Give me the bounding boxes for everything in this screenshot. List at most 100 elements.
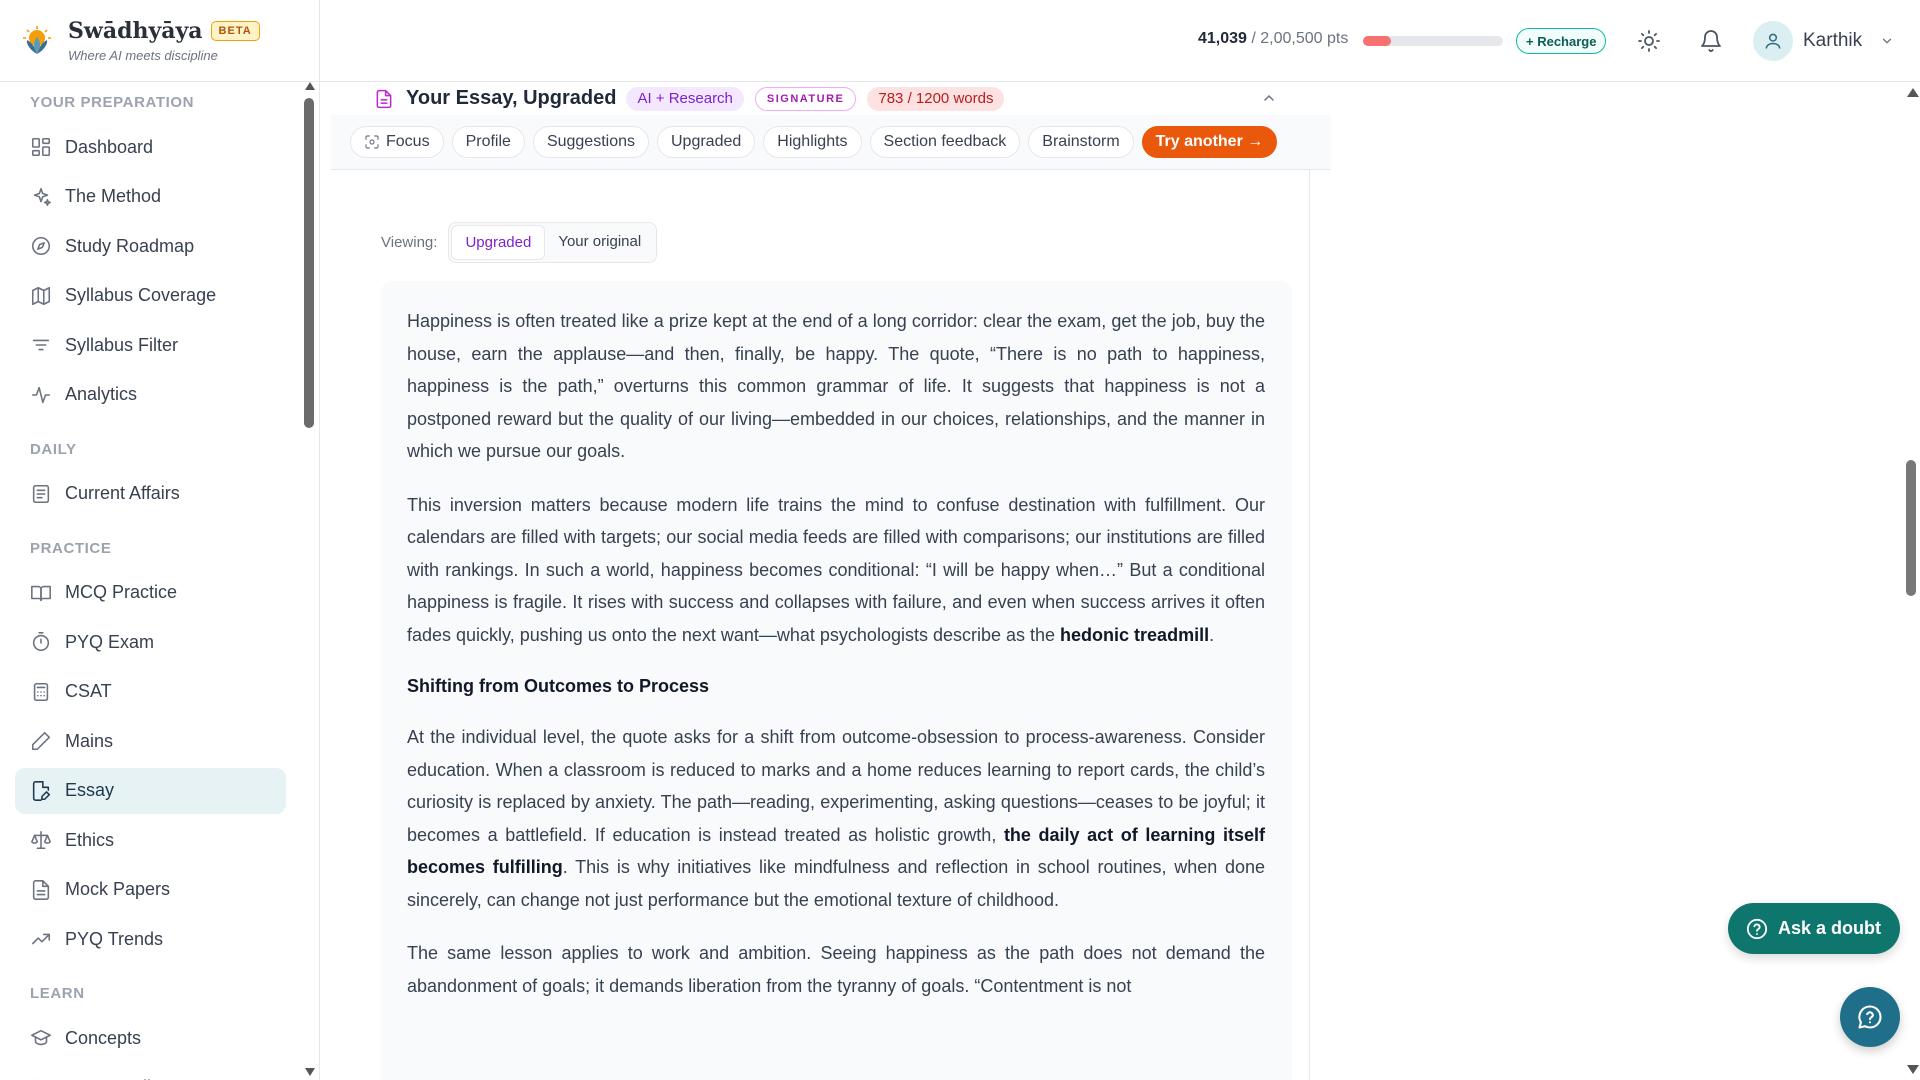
sidebar-item-label: MCQ Practice (65, 582, 178, 602)
sidebar-item-label: Concepts (65, 1027, 142, 1048)
sidebar-item-syllabus-coverage[interactable]: Syllabus Coverage (15, 273, 286, 319)
tab-profile[interactable]: Profile (451, 126, 525, 158)
document-icon (376, 89, 392, 108)
sidebar-item-label: The Method (65, 186, 162, 206)
sidebar-item-the-method[interactable]: The Method (15, 174, 286, 220)
scroll-up-arrow-icon[interactable] (1907, 88, 1919, 97)
tab-section-feedback[interactable]: Section feedback (869, 126, 1021, 158)
sidebar: Swādhyāya BETA Where AI meets discipline… (0, 0, 320, 1080)
tab-label: Suggestions (546, 133, 635, 150)
document-icon (32, 879, 50, 900)
ask-doubt-label: Ask a doubt (1778, 918, 1882, 938)
scrollbar-thumb[interactable] (1906, 460, 1916, 596)
calculator-icon (33, 682, 49, 701)
sidebar-item-dashboard[interactable]: Dashboard (15, 124, 286, 170)
library-icon (32, 1079, 42, 1080)
recharge-button[interactable]: + Recharge (1516, 28, 1607, 54)
essay-paragraph: This inversion matters because modern li… (407, 494, 1265, 645)
view-original-button[interactable]: Your original (545, 225, 654, 260)
nav-section-title: LEARN (30, 985, 85, 1002)
brand-tagline: Where AI meets discipline (68, 48, 218, 63)
bell-icon[interactable] (1699, 29, 1723, 53)
nav-section-title: PRACTICE (30, 539, 112, 557)
dashboard-icon (31, 137, 51, 157)
nav-section-title: DAILY (30, 440, 77, 458)
activity-icon (31, 386, 51, 403)
user-icon (1765, 33, 1781, 49)
sidebar-item-current-affairs[interactable]: Current Affairs (15, 471, 286, 517)
lotus-logo-icon (23, 25, 51, 54)
filter-icon (32, 339, 50, 351)
page-scrollbar[interactable] (1902, 82, 1920, 1080)
sidebar-item-pyq-trends[interactable]: PYQ Trends (15, 916, 286, 962)
trending-up-icon (31, 933, 51, 945)
sidebar-item-label: Essay (65, 780, 115, 800)
sidebar-item-label: Current Affairs (65, 483, 180, 503)
top-header: 41,039 / 2,00,500 pts + Recharge Karthik (320, 0, 1920, 82)
chat-fab-button[interactable] (1840, 987, 1900, 1047)
tab-label: Brainstorm (1042, 133, 1120, 150)
sidebar-item-mcq-practice[interactable]: MCQ Practice (15, 570, 286, 616)
avatar[interactable] (1753, 21, 1793, 61)
sidebar-item-study-roadmap[interactable]: Study Roadmap (15, 223, 286, 269)
sidebar-item-mock-papers[interactable]: Mock Papers (15, 867, 286, 913)
points-display: 41,039 / 2,00,500 pts (1198, 30, 1348, 48)
sidebar-item-label: Syllabus Coverage (65, 285, 217, 305)
sidebar-scrollbar[interactable] (302, 82, 316, 1080)
sidebar-item-ethics[interactable]: Ethics (15, 817, 286, 863)
scroll-down-arrow-icon[interactable] (1907, 1065, 1919, 1074)
sun-icon[interactable] (1637, 29, 1661, 53)
chevron-down-icon[interactable] (1880, 34, 1894, 48)
sidebar-item-essay[interactable]: Essay (15, 767, 286, 814)
user-name[interactable]: Karthik (1803, 30, 1862, 52)
sparkle-icon (33, 187, 51, 206)
pen-icon (31, 731, 51, 751)
nav-section-title: YOUR PREPARATION (30, 94, 195, 111)
tab-brainstorm[interactable]: Brainstorm (1028, 126, 1134, 158)
help-circle-icon (1746, 918, 1768, 939)
sidebar-item-pyq-exam[interactable]: PYQ Exam (15, 619, 286, 665)
scale-icon (31, 830, 51, 850)
essay-title: Your Essay, Upgraded (406, 87, 617, 109)
essay-body: Happiness is often treated like a prize … (381, 281, 1292, 1080)
compass-icon (31, 236, 51, 256)
sidebar-item-syllabus-filter[interactable]: Syllabus Filter (15, 322, 286, 368)
ask-doubt-button[interactable]: Ask a doubt (1728, 903, 1900, 954)
points-current: 41,039 (1198, 30, 1247, 47)
ai-research-chip: AI + Research (626, 86, 744, 111)
essay-panel: Your Essay, Upgraded AI + Research SIGNA… (331, 82, 1331, 1080)
sidebar-item-label: Mock Papers (65, 879, 171, 899)
tab-focus[interactable]: Focus (350, 126, 444, 158)
sidebar-item-label: PYQ Exam (65, 631, 155, 652)
sidebar-item-label: PYQ Trends (65, 928, 164, 949)
sidebar-item-content-library[interactable]: Content Library (15, 1065, 286, 1080)
chevron-up-icon[interactable] (1261, 90, 1277, 106)
tab-suggestions[interactable]: Suggestions (532, 126, 649, 158)
view-toggle: Viewing: Upgraded Your original (381, 222, 658, 263)
sidebar-item-mains[interactable]: Mains (15, 718, 286, 764)
sidebar-item-label: CSAT (65, 681, 112, 701)
sidebar-item-csat[interactable]: CSAT (15, 669, 286, 715)
scroll-down-arrow-icon[interactable] (305, 1068, 315, 1076)
tab-label: Section feedback (883, 133, 1007, 150)
word-count-chip: 783 / 1200 words (867, 86, 1005, 111)
signature-chip: SIGNATURE (754, 86, 857, 111)
sidebar-item-label: Study Roadmap (65, 235, 195, 256)
essay-tabbar: Focus Profile Suggestions Upgraded Highlight… (331, 115, 1331, 170)
tab-highlights[interactable]: Highlights (763, 126, 862, 158)
scroll-up-arrow-icon[interactable] (305, 82, 315, 90)
points-progress-bar (1363, 36, 1503, 46)
brand[interactable]: Swādhyāya BETA Where AI meets discipline (0, 0, 319, 82)
scrollbar-thumb[interactable] (304, 98, 314, 428)
book-icon (31, 585, 51, 601)
sidebar-item-concepts[interactable]: Concepts (15, 1015, 286, 1061)
tab-label: Upgraded (671, 133, 742, 150)
tab-label: Focus (386, 133, 430, 150)
sidebar-item-analytics[interactable]: Analytics (15, 372, 286, 418)
tab-upgraded[interactable]: Upgraded (657, 126, 756, 158)
try-another-button[interactable]: Try another → (1141, 126, 1278, 158)
sidebar-item-label: Dashboard (65, 136, 154, 157)
sidebar-item-label: Mains (65, 730, 114, 751)
essay-section-heading: Shifting from Outcomes to Process (407, 676, 710, 696)
view-upgraded-button[interactable]: Upgraded (451, 225, 546, 260)
